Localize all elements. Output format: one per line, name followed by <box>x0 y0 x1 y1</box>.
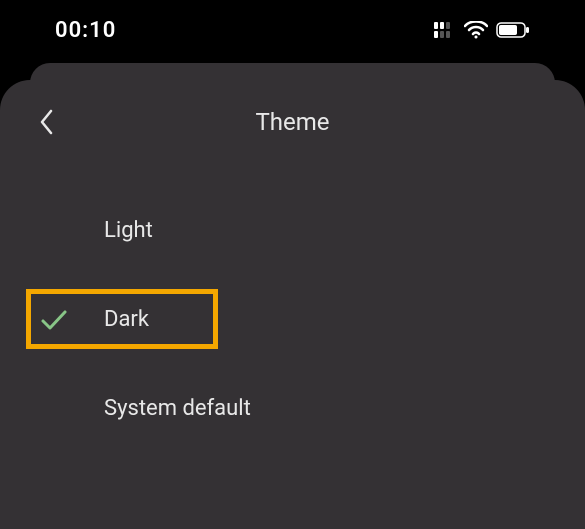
theme-option-light[interactable]: Light <box>0 186 585 275</box>
option-label: System default <box>104 396 251 421</box>
page-title: Theme <box>30 108 555 136</box>
theme-panel: Theme Light Dark System default <box>0 80 585 529</box>
status-icons <box>434 21 530 39</box>
status-time: 00:10 <box>55 18 116 43</box>
option-label: Dark <box>104 307 149 332</box>
battery-icon <box>496 22 530 38</box>
option-label: Light <box>104 218 153 243</box>
theme-option-system-default[interactable]: System default <box>0 364 585 453</box>
status-bar: 00:10 <box>0 0 585 60</box>
panel-header: Theme <box>0 80 585 156</box>
theme-option-dark[interactable]: Dark <box>0 275 585 364</box>
wifi-icon <box>464 21 488 39</box>
theme-option-list: Light Dark System default <box>0 156 585 453</box>
check-icon <box>40 309 82 331</box>
signal-icon <box>434 22 456 38</box>
back-button[interactable] <box>30 106 62 138</box>
chevron-left-icon <box>38 108 54 136</box>
